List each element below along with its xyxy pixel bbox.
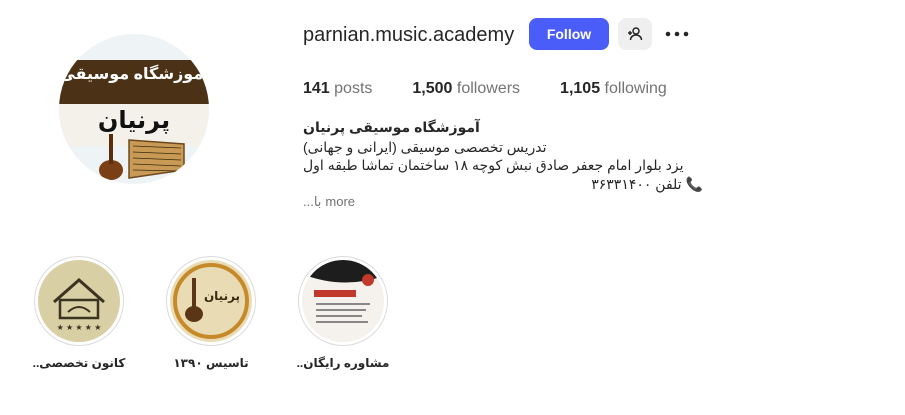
bio-line-2: یزد بلوار امام جعفر صادق نبش کوچه ۱۸ ساخ… (303, 157, 684, 173)
more-horizontal-icon (665, 31, 689, 37)
followers-label: followers (456, 80, 521, 97)
house-logo-icon: ★ ★ ★ ★ ★ (38, 260, 120, 342)
bio-phone-text: تلفن ۳۶۳۳۱۴۰۰ (591, 175, 682, 192)
phone-icon: 📞 (685, 175, 703, 192)
add-person-icon (628, 27, 643, 41)
highlight-item[interactable]: ★ ★ ★ ★ ★ کانون تخصصی.. (24, 256, 134, 370)
highlight-label: مشاوره رایگان.. (296, 356, 390, 370)
highlight-item[interactable]: مشاوره رایگان.. (288, 256, 398, 370)
following-stat[interactable]: 1,105 following (560, 80, 667, 98)
posts-count: 141 (303, 80, 330, 97)
flyer-icon (302, 260, 384, 342)
followers-count: 1,500 (412, 80, 453, 97)
highlight-label: کانون تخصصی.. (32, 356, 126, 370)
highlight-ring (298, 256, 388, 346)
profile-stats: 141 posts 1,500 followers 1,105 followin… (303, 80, 707, 98)
bio-more-row: با... more (303, 193, 703, 212)
svg-text:★ ★ ★ ★ ★: ★ ★ ★ ★ ★ (57, 323, 102, 332)
posts-stat: 141 posts (303, 80, 372, 98)
profile-username: parnian.music.academy (303, 24, 515, 46)
bio-name: آموزشگاه موسیقی پرنیان (303, 119, 480, 135)
following-label: following (604, 80, 667, 97)
highlight-ring: ★ ★ ★ ★ ★ (34, 256, 124, 346)
bio-line-1: تدریس تخصصی موسیقی (ایرانی و جهانی) (303, 138, 547, 155)
follow-button[interactable]: Follow (529, 18, 609, 50)
bio-line-3: 📞 تلفن ۳۶۳۳۱۴۰۰ (303, 175, 703, 194)
highlight-item[interactable]: پرنیان تاسیس ۱۳۹۰ (156, 256, 266, 370)
profile-bio: آموزشگاه موسیقی پرنیان تدریس تخصصی موسیق… (303, 118, 703, 212)
more-options-button[interactable] (662, 22, 692, 46)
santur-instrument-icon (99, 134, 185, 180)
svg-text:پرنیان: پرنیان (204, 289, 240, 303)
avatar-title-line1: آموزشگاه موسیقی (59, 66, 209, 83)
bio-truncated-text: با... (303, 194, 322, 209)
posts-label: posts (334, 80, 373, 97)
suggested-accounts-button[interactable] (618, 18, 652, 50)
bio-more-link[interactable]: more (325, 193, 355, 212)
profile-avatar[interactable]: آموزشگاه موسیقی پرنیان (59, 34, 209, 184)
following-count: 1,105 (560, 80, 601, 97)
highlight-label: تاسیس ۱۳۹۰ (173, 356, 249, 370)
santur-logo-icon: پرنیان (170, 260, 252, 342)
followers-stat[interactable]: 1,500 followers (412, 80, 520, 98)
highlight-ring: پرنیان (166, 256, 256, 346)
